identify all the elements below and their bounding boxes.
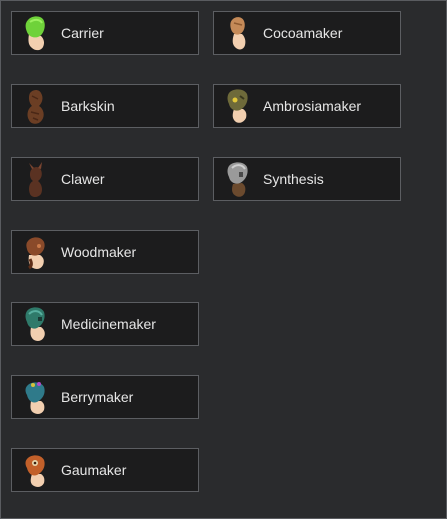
gene-label: Berrymaker (61, 389, 134, 405)
gene-label: Barkskin (61, 98, 115, 114)
gene-card-carrier[interactable]: Carrier (11, 11, 199, 55)
carrier-gene-icon (20, 14, 50, 54)
gene-selection-panel: Carrier Barkskin Clawer Woodmaker Medici… (0, 0, 447, 519)
gene-card-ambrosiamaker[interactable]: Ambrosiamaker (213, 84, 401, 128)
gene-card-clawer[interactable]: Clawer (11, 157, 199, 201)
medicinemaker-gene-icon (20, 305, 50, 345)
gaumaker-gene-icon (20, 451, 50, 491)
gene-card-berrymaker[interactable]: Berrymaker (11, 375, 199, 419)
gene-label: Ambrosiamaker (263, 98, 362, 114)
gene-card-synthesis[interactable]: Synthesis (213, 157, 401, 201)
berrymaker-gene-icon (20, 378, 50, 418)
ambrosiamaker-gene-icon (222, 87, 252, 127)
gene-label: Cocoamaker (263, 25, 343, 41)
gene-label: Medicinemaker (61, 316, 156, 332)
gene-card-medicinemaker[interactable]: Medicinemaker (11, 302, 199, 346)
synthesis-gene-icon (222, 160, 252, 200)
gene-card-woodmaker[interactable]: Woodmaker (11, 230, 199, 274)
gene-grid: Carrier Barkskin Clawer Woodmaker Medici… (1, 1, 446, 518)
cocoamaker-gene-icon (222, 14, 252, 54)
barkskin-gene-icon (20, 87, 50, 127)
gene-label: Synthesis (263, 171, 324, 187)
clawer-gene-icon (20, 160, 50, 200)
gene-label: Clawer (61, 171, 105, 187)
gene-label: Carrier (61, 25, 104, 41)
gene-label: Woodmaker (61, 244, 137, 260)
gene-card-barkskin[interactable]: Barkskin (11, 84, 199, 128)
gene-card-cocoamaker[interactable]: Cocoamaker (213, 11, 401, 55)
gene-label: Gaumaker (61, 462, 127, 478)
woodmaker-gene-icon (20, 233, 50, 273)
gene-card-gaumaker[interactable]: Gaumaker (11, 448, 199, 492)
